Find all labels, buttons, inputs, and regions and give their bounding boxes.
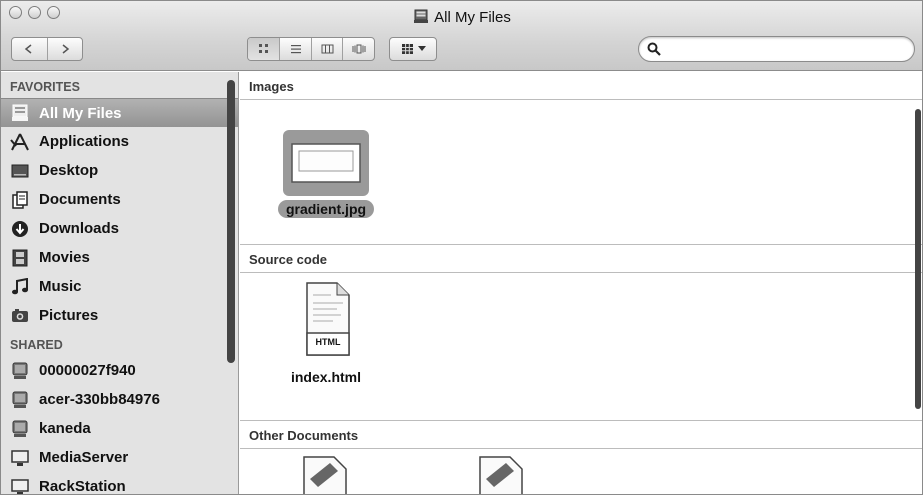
computer-icon xyxy=(10,419,30,439)
all-my-files-icon xyxy=(414,9,429,28)
sidebar-item-label: MediaServer xyxy=(39,449,129,466)
sidebar-item-music[interactable]: Music xyxy=(1,272,238,301)
sidebar-item-all-my-files[interactable]: All My Files xyxy=(1,98,238,127)
list-view-icon xyxy=(290,45,301,54)
file-gradient-jpg[interactable]: gradient.jpg xyxy=(270,130,382,219)
sidebar-item-label: Desktop xyxy=(39,162,99,179)
column-view-icon xyxy=(321,44,334,54)
section-header: Other Documents xyxy=(240,421,922,449)
toolbar: All My Files xyxy=(1,1,922,71)
section-other-documents: Other Documents xyxy=(240,421,922,494)
desktop-icon xyxy=(10,161,30,181)
sidebar-item-label: 00000027f940 xyxy=(39,362,136,379)
sidebar-item-label: All My Files xyxy=(39,104,122,122)
sidebar-header-favorites: FAVORITES xyxy=(10,80,80,94)
section-images: Images gradient.jpg xyxy=(240,72,922,245)
sidebar-item-shared-00000027f940[interactable]: 00000027f940 xyxy=(1,356,238,385)
sidebar-item-label: Music xyxy=(39,278,82,295)
list-view-button[interactable] xyxy=(279,38,311,60)
window-title-text: All My Files xyxy=(434,9,511,26)
sidebar-item-label: Downloads xyxy=(39,220,120,237)
image-thumbnail xyxy=(283,130,369,196)
sidebar-item-label: kaneda xyxy=(39,420,91,437)
file-type-badge: HTML xyxy=(315,337,341,347)
file-name: gradient.jpg xyxy=(277,200,375,218)
chevron-left-icon xyxy=(25,44,32,54)
sidebar-item-documents[interactable]: Documents xyxy=(1,185,238,214)
column-view-button[interactable] xyxy=(310,38,343,60)
display-icon xyxy=(10,448,30,468)
sidebar-item-label: RackStation xyxy=(39,478,126,495)
sidebar-item-label: acer-330bb84976 xyxy=(39,391,160,408)
cover-flow-icon xyxy=(352,44,366,54)
applications-icon xyxy=(10,132,30,152)
computer-icon xyxy=(10,361,30,381)
search-input[interactable] xyxy=(665,40,905,58)
file-index-html[interactable]: HTML index.html xyxy=(276,281,376,385)
sidebar-item-shared-rackstation[interactable]: RackStation xyxy=(1,472,238,495)
music-icon xyxy=(10,277,30,297)
search-icon xyxy=(647,42,661,61)
grid-icon xyxy=(401,44,413,54)
sidebar-item-label: Documents xyxy=(39,191,121,208)
documents-icon xyxy=(10,190,30,210)
back-forward-buttons xyxy=(11,37,83,61)
sidebar-item-applications[interactable]: Applications xyxy=(1,127,238,156)
search-field[interactable] xyxy=(638,36,915,62)
sidebar-item-desktop[interactable]: Desktop xyxy=(1,156,238,185)
sidebar-item-label: Movies xyxy=(39,249,90,266)
computer-icon xyxy=(10,390,30,410)
sidebar-item-pictures[interactable]: Pictures xyxy=(1,301,238,330)
icon-view-button[interactable] xyxy=(248,38,280,60)
sidebar-item-downloads[interactable]: Downloads xyxy=(1,214,238,243)
downloads-icon xyxy=(10,219,30,239)
all-my-files-icon xyxy=(10,103,30,123)
section-header: Images xyxy=(240,72,922,100)
sidebar-item-shared-acer[interactable]: acer-330bb84976 xyxy=(1,385,238,414)
file-browser: Images gradient.jpg Source code HTML ind… xyxy=(240,72,922,494)
arrange-button-inner xyxy=(390,38,436,60)
arrange-button[interactable] xyxy=(389,37,437,61)
file-name: index.html xyxy=(290,369,361,385)
document-file-icon[interactable] xyxy=(288,455,358,494)
back-button[interactable] xyxy=(12,38,47,60)
sidebar-scrollbar[interactable] xyxy=(227,80,235,363)
content-scrollbar[interactable] xyxy=(915,109,921,409)
cover-flow-button[interactable] xyxy=(342,38,374,60)
view-mode-buttons xyxy=(247,37,375,61)
sidebar-item-shared-kaneda[interactable]: kaneda xyxy=(1,414,238,443)
chevron-right-icon xyxy=(62,44,70,54)
section-source-code: Source code HTML index.html xyxy=(240,245,922,421)
sidebar-item-shared-mediaserver[interactable]: MediaServer xyxy=(1,443,238,472)
icon-view-icon xyxy=(258,44,268,53)
forward-button[interactable] xyxy=(46,38,82,60)
html-file-icon: HTML xyxy=(297,281,355,365)
sidebar-header-shared: SHARED xyxy=(10,338,63,352)
document-file-icon[interactable] xyxy=(464,455,534,494)
finder-window: All My Files FAVORITES All My Files Appl… xyxy=(0,0,923,495)
window-title: All My Files xyxy=(1,9,922,28)
sidebar-item-label: Pictures xyxy=(39,307,99,324)
chevron-down-icon xyxy=(417,46,426,51)
movies-icon xyxy=(10,248,30,268)
sidebar-item-label: Applications xyxy=(39,133,130,150)
display-icon xyxy=(10,477,30,494)
sidebar-item-movies[interactable]: Movies xyxy=(1,243,238,272)
sidebar: FAVORITES All My Files Applications Desk… xyxy=(1,72,239,495)
section-header: Source code xyxy=(240,245,922,273)
pictures-icon xyxy=(10,306,30,326)
